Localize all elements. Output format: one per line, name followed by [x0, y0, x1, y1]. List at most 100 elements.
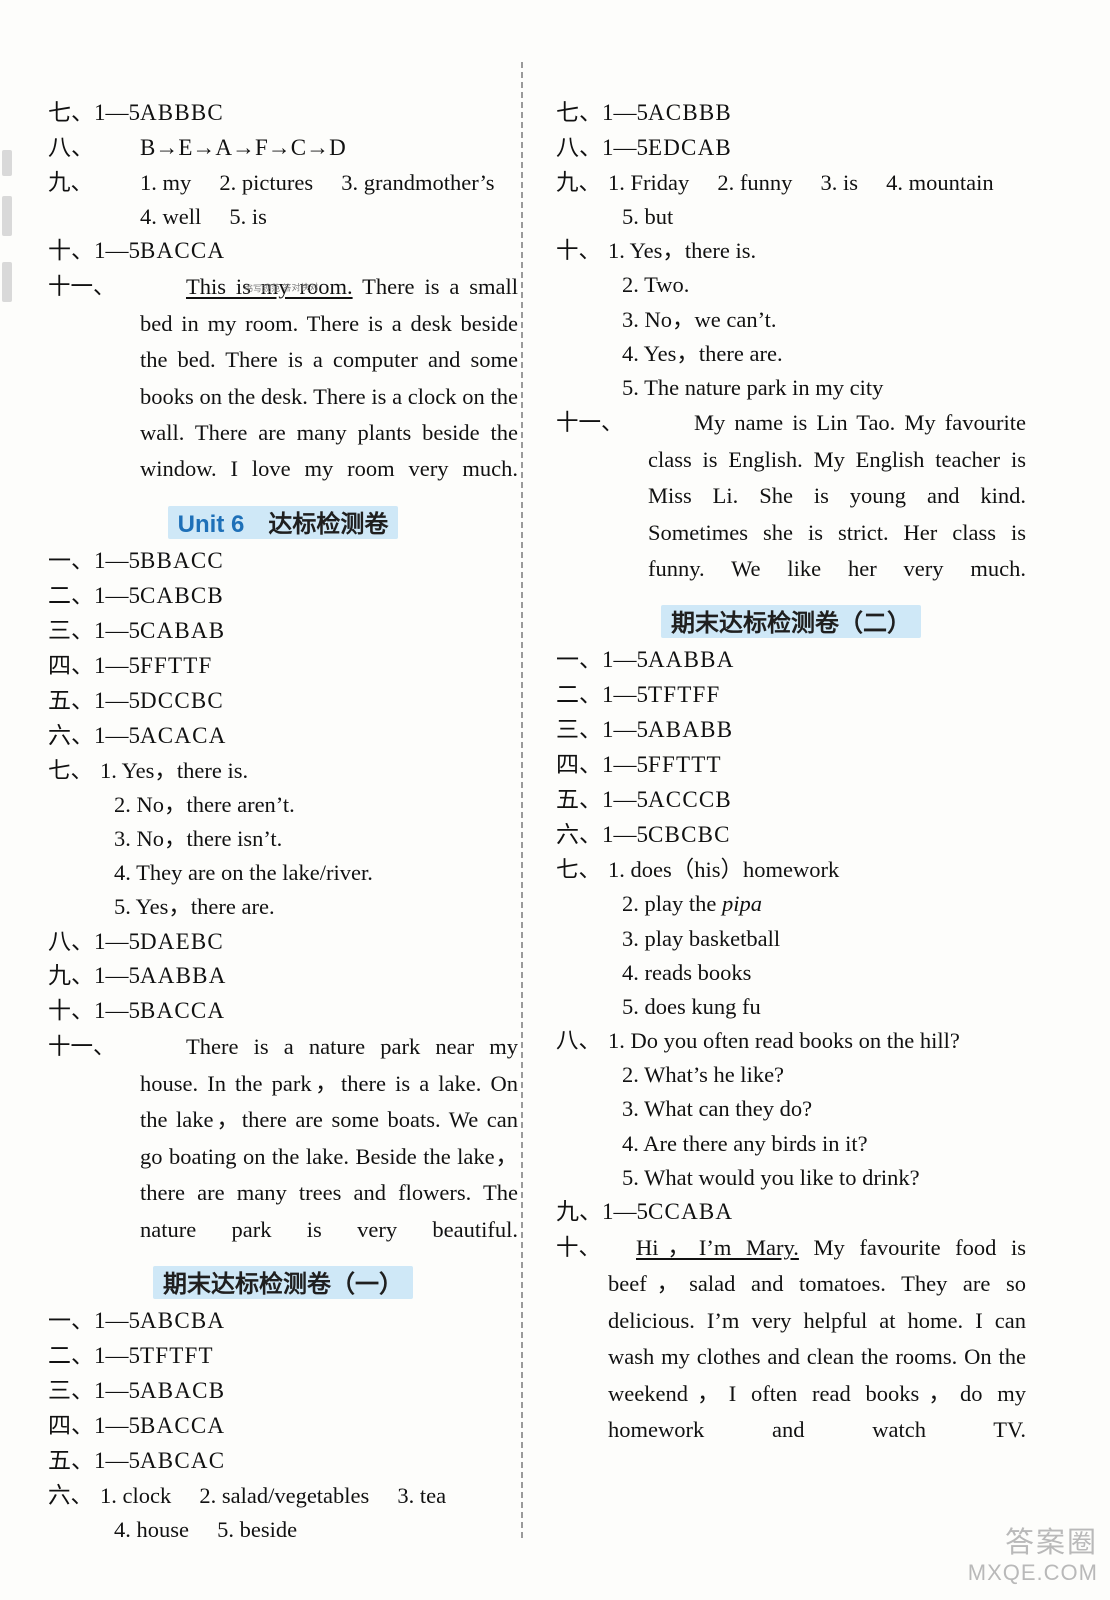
- answer-label: 十、: [556, 1234, 602, 1260]
- answer-subline: 3. What can they do?: [622, 1096, 813, 1122]
- answer-value: BACCA: [140, 238, 226, 264]
- unit6-answers: 一、1—5 BBACC 二、1—5 CABCB 三、1—5 CABAB 四、1—5 FF…: [48, 544, 518, 754]
- answer-label: 七、: [48, 757, 94, 783]
- final1-answers: 一、1—5 ABCBA 二、1—5 TFTFT 三、1—5 ABACB 四、1—5 BA…: [48, 1304, 518, 1479]
- answer-label: 十、: [556, 238, 602, 264]
- answer-subline: 5. Yes，there are.: [114, 894, 275, 920]
- answer-value: ABCAC: [140, 1447, 226, 1473]
- answer-value: 1. Yes，there is.: [608, 238, 757, 264]
- answer-row: 八、1—5 EDCAB: [556, 131, 1026, 166]
- answer-row-ten: 十、 1. Yes，there is.: [556, 234, 1026, 268]
- final2-title: 期末达标检测卷: [671, 610, 839, 638]
- answer-value: ABACB: [140, 1377, 226, 1403]
- answer-value: BACCA: [140, 1412, 226, 1438]
- answer-label: 七、1—5: [556, 100, 648, 125]
- answer-row-seven: 七、 1. does（his）homework: [556, 853, 1026, 887]
- answer-label: 八、: [556, 1028, 602, 1054]
- answer-label: 十、1—5: [48, 238, 140, 264]
- unit6-heading: Unit 6 达标检测卷: [48, 502, 518, 539]
- answer-row: 四、1—5 FFTTT: [556, 748, 1026, 783]
- answer-label: 四、1—5: [48, 652, 140, 678]
- composition-text: Hi，I’m Mary. My favourite food is beef，s…: [608, 1230, 1026, 1449]
- watermark: 答案圈 MXQE.COM: [967, 1526, 1098, 1586]
- answer-subline: 5. does kung fu: [622, 993, 761, 1019]
- answer-row-nine: 九、 1. my 2. pictures 3. grandmother’s: [48, 166, 518, 200]
- answer-row: 二、1—5 TFTFT: [48, 1339, 518, 1374]
- answer-value: 1. Do you often read books on the hill?: [608, 1028, 960, 1054]
- answer-row: 八、1—5 DAEBC: [48, 925, 518, 960]
- right-column: 七、1—5 ACBBB 八、1—5 EDCAB 九、 1. Friday 2. …: [556, 96, 1026, 1449]
- answer-row: 六、1—5 ACACA: [48, 719, 518, 754]
- answer-subline: 3. No，we can’t.: [622, 306, 777, 332]
- column-divider: [521, 62, 523, 1538]
- answer-label: 九、: [556, 169, 602, 195]
- answer-row: 三、1—5 ABACB: [48, 1374, 518, 1409]
- answer-row-eight: 八、 1. Do you often read books on the hil…: [556, 1024, 1026, 1058]
- answer-value: 1. Friday 2. funny 3. is 4. mountain: [608, 169, 994, 195]
- answer-label: 九、1—5: [48, 963, 140, 989]
- answer-label: 六、1—5: [556, 822, 648, 848]
- composition-body: My favourite food is beef，salad and toma…: [608, 1234, 1027, 1443]
- edge-mark: [2, 150, 12, 176]
- answer-label: 二、1—5: [48, 1342, 140, 1368]
- answer-value: ABABB: [648, 717, 734, 743]
- answer-value: ABCBA: [140, 1308, 226, 1333]
- answer-row: 一、1—5 AABBA: [556, 643, 1026, 678]
- answer-label: 六、1—5: [48, 722, 140, 748]
- answer-label: 十一、: [48, 1034, 116, 1060]
- composition-text: My name is Lin Tao. My favourite class i…: [648, 410, 1026, 581]
- composition-block: 十、 Hi，I’m Mary. My favourite food is bee…: [556, 1230, 1026, 1449]
- answer-row: 四、1—5 FFTTF: [48, 649, 518, 684]
- answer-value: FFTTF: [140, 652, 213, 678]
- answer-value: AABBA: [140, 963, 227, 989]
- answer-label: 八、: [48, 134, 94, 160]
- answer-value: TFTFF: [648, 682, 721, 708]
- answer-value: CBCBC: [648, 822, 731, 848]
- answer-value: CABCB: [140, 582, 224, 608]
- answer-value: DCCBC: [140, 687, 224, 713]
- answer-subline: 3. play basketball: [622, 925, 781, 951]
- answer-value: FFTTT: [648, 752, 722, 778]
- answer-value: 1. Yes，there is.: [100, 757, 249, 783]
- answer-label: 七、: [556, 857, 602, 883]
- answer-value: CABAB: [140, 617, 226, 643]
- answer-value: AABBA: [648, 647, 735, 673]
- answer-subline: 4. They are on the lake/river.: [114, 860, 373, 886]
- edge-mark: [2, 262, 12, 302]
- answer-label: 四、1—5: [556, 752, 648, 778]
- answer-row: 四、1—5 BACCA: [48, 1409, 518, 1444]
- answer-value: 1. my 2. pictures 3. grandmother’s: [140, 169, 495, 195]
- answer-value: TFTFT: [140, 1342, 214, 1368]
- answer-value: BACCA: [140, 998, 226, 1024]
- answer-label: 四、1—5: [48, 1412, 140, 1438]
- answer-row: 二、1—5 TFTFF: [556, 678, 1026, 713]
- answer-row: 九、1—5 CCABA: [556, 1195, 1026, 1230]
- composition-block: 十一、 This is my room. There is a small be…: [48, 269, 518, 488]
- answer-text: 2. play the: [622, 891, 722, 917]
- final1-heading: 期末达标检测卷（一）: [48, 1262, 518, 1299]
- answer-subline: 5. but: [622, 204, 674, 230]
- composition-block: 十一、 My name is Lin Tao. My favourite cla…: [556, 405, 1026, 587]
- answer-row: 十、1—5 BACCA: [48, 234, 518, 269]
- left-column: 七、1—5 ABBBC 八、 B→E→A→F→C→D 九、 1. my 2. p…: [48, 96, 518, 1547]
- answer-label: 五、1—5: [556, 787, 648, 813]
- answer-label: 二、1—5: [556, 682, 648, 708]
- answer-label: 八、1—5: [556, 134, 648, 160]
- answer-label: 三、1—5: [48, 1377, 140, 1403]
- watermark-cn: 答案圈: [1004, 1526, 1098, 1559]
- answer-label: 一、1—5: [48, 547, 140, 573]
- answer-row: 三、1—5 CABAB: [48, 614, 518, 649]
- answer-row: 二、1—5 CABCB: [48, 579, 518, 614]
- answer-value: ACBBB: [648, 100, 732, 125]
- answer-label: 十一、: [48, 274, 116, 300]
- composition-text: There is a nature park near my house. In…: [140, 1034, 518, 1242]
- composition-block: 十一、 There is a nature park near my house…: [48, 1029, 518, 1248]
- answer-subline: 4. Yes，there are.: [622, 340, 783, 366]
- answer-subline: 4. Are there any birds in it?: [622, 1130, 868, 1156]
- answer-subline: 2. What’s he like?: [622, 1062, 785, 1088]
- answer-label: 八、1—5: [48, 928, 140, 954]
- watermark-en: MXQE.COM: [967, 1559, 1098, 1585]
- answer-label: 三、1—5: [556, 717, 648, 743]
- answer-row-seven: 七、 1. Yes，there is.: [48, 754, 518, 788]
- final2-number: （二）: [839, 610, 911, 638]
